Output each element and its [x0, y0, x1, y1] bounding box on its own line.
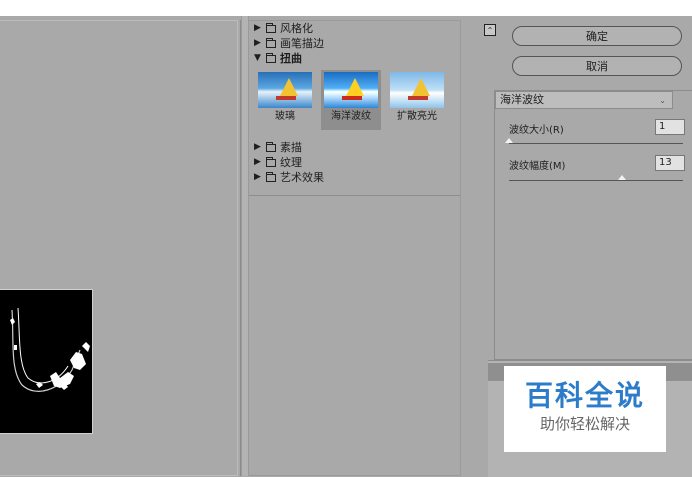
ripple-magnitude-label: 波纹幅度(M) — [509, 161, 566, 172]
preview-image — [0, 289, 93, 434]
preview-image-content — [0, 290, 92, 433]
expand-arrow-icon: ▶ — [254, 142, 261, 152]
filter-thumbnails: 玻璃 海洋波纹 扩散亮光 — [249, 66, 460, 134]
cancel-button[interactable]: 取消 — [512, 56, 682, 76]
folder-icon — [266, 37, 276, 48]
category-label: 扭曲 — [280, 52, 302, 65]
top-bar — [0, 0, 692, 16]
filter-preview-image — [324, 72, 378, 108]
collapse-gallery-icon[interactable]: ⌃ — [484, 24, 496, 36]
expand-arrow-icon: ▶ — [254, 172, 261, 182]
expand-arrow-icon: ▶ — [254, 23, 261, 33]
expand-arrow-icon: ▶ — [254, 157, 261, 167]
filter-preview-image — [390, 72, 444, 108]
ok-button[interactable]: 确定 — [512, 26, 682, 46]
category-artistic[interactable]: ▶ 艺术效果 — [249, 170, 460, 185]
ripple-size-slider-handle[interactable] — [505, 138, 513, 143]
filter-select[interactable]: 海洋波纹 ⌄ — [495, 91, 673, 109]
filter-preview-image — [258, 72, 312, 108]
category-label: 素描 — [280, 141, 302, 154]
folder-open-icon — [266, 52, 276, 63]
category-brush-strokes[interactable]: ▶ 画笔描边 — [249, 36, 460, 51]
category-sketch[interactable]: ▶ 素描 — [249, 140, 460, 155]
filter-thumb-glass[interactable]: 玻璃 — [255, 70, 315, 130]
filter-thumb-label: 扩散亮光 — [397, 111, 437, 122]
folder-icon — [266, 141, 276, 152]
category-distort[interactable]: ▼ 扭曲 — [249, 51, 460, 66]
category-label: 艺术效果 — [280, 171, 324, 184]
category-label: 画笔描边 — [280, 37, 324, 50]
filter-thumb-label: 玻璃 — [275, 111, 295, 122]
ripple-size-slider[interactable] — [509, 143, 683, 144]
watermark-title: 百科全说 — [524, 379, 645, 412]
filter-gallery: ▶ 风格化 ▶ 画笔描边 ▼ 扭曲 玻璃 海洋波纹 扩散亮光 ▶ 素描 ▶ 纹理… — [248, 20, 461, 476]
ripple-magnitude-slider[interactable] — [509, 180, 683, 181]
ripple-magnitude-field[interactable]: 13 — [655, 155, 685, 171]
ripple-size-field[interactable]: 1 — [655, 119, 685, 135]
expand-arrow-icon: ▶ — [254, 38, 261, 48]
category-stylize[interactable]: ▶ 风格化 — [249, 21, 460, 36]
preview-area[interactable] — [0, 20, 241, 476]
filter-settings: 海洋波纹 ⌄ 波纹大小(R) 1 波纹幅度(M) 13 — [494, 90, 692, 360]
filter-select-value: 海洋波纹 — [500, 93, 544, 106]
category-texture[interactable]: ▶ 纹理 — [249, 155, 460, 170]
folder-icon — [266, 22, 276, 33]
folder-icon — [266, 171, 276, 182]
folder-icon — [266, 156, 276, 167]
filter-thumb-diffuse-glow[interactable]: 扩散亮光 — [387, 70, 447, 130]
watermark: 百科全说 助你轻松解决 — [504, 366, 666, 452]
category-label: 风格化 — [280, 22, 313, 35]
filter-thumb-ocean-ripple[interactable]: 海洋波纹 — [321, 70, 381, 130]
collapse-arrow-icon: ▼ — [254, 53, 261, 63]
watermark-subtitle: 助你轻松解决 — [539, 415, 630, 433]
category-label: 纹理 — [280, 156, 302, 169]
gallery-divider — [249, 195, 460, 196]
ripple-magnitude-slider-handle[interactable] — [618, 175, 627, 180]
ripple-size-label: 波纹大小(R) — [509, 125, 564, 136]
filter-thumb-label: 海洋波纹 — [331, 111, 371, 122]
chevron-down-icon: ⌄ — [659, 96, 666, 105]
